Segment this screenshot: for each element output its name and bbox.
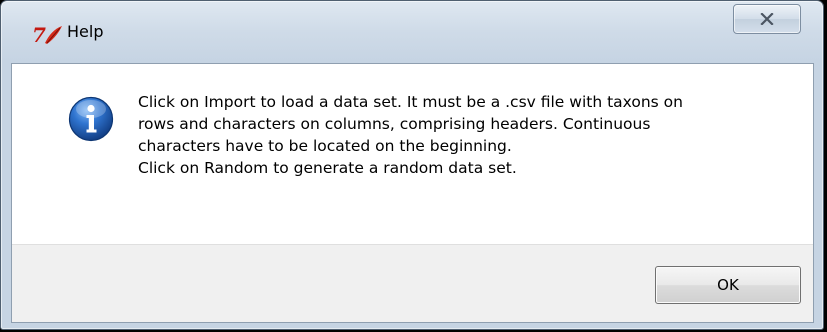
title-bar[interactable]: 7 Help	[1, 1, 823, 63]
dialog-message: Click on Import to load a data set. It m…	[138, 93, 683, 177]
message-area: Click on Import to load a data set. It m…	[12, 64, 813, 244]
window-title: Help	[67, 22, 104, 41]
close-button[interactable]	[733, 4, 801, 34]
info-icon	[68, 96, 114, 142]
tk-feather-icon: 7	[32, 23, 62, 47]
svg-text:7: 7	[32, 23, 46, 47]
dialog-client-area: Click on Import to load a data set. It m…	[11, 63, 814, 323]
close-icon	[760, 13, 774, 25]
ok-button[interactable]: OK	[655, 266, 801, 304]
button-area: OK	[12, 244, 813, 322]
help-dialog-window: 7 Help Click on Import to load a data se…	[0, 0, 824, 330]
